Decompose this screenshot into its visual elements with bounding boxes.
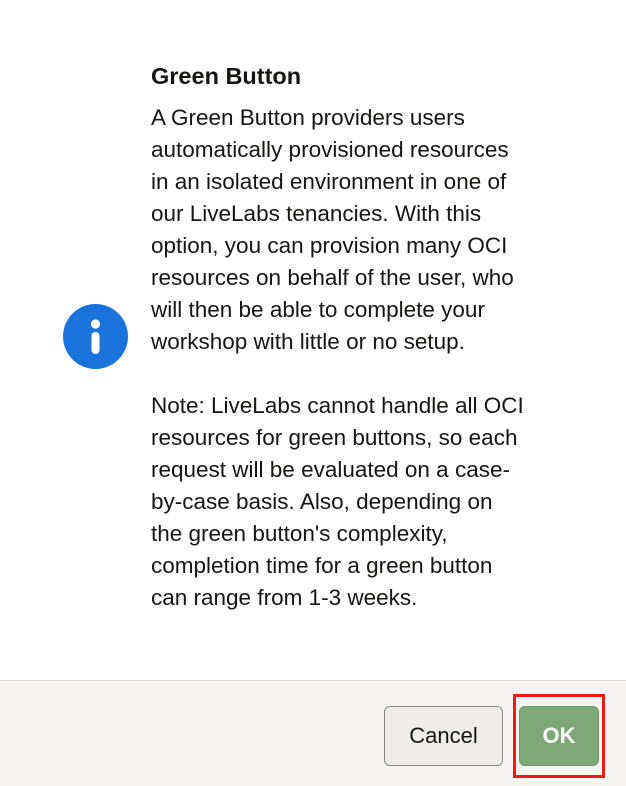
dialog-note: Note: LiveLabs cannot handle all OCI res…	[151, 393, 524, 610]
ok-button[interactable]: OK	[519, 706, 599, 766]
dialog-content: Green Button A Green Button providers us…	[151, 58, 591, 614]
dialog-description: A Green Button providers users automatic…	[151, 105, 514, 354]
cancel-button[interactable]: Cancel	[384, 706, 503, 766]
dialog-title: Green Button	[151, 63, 302, 89]
dialog-footer: Cancel OK	[0, 680, 626, 786]
info-icon	[63, 304, 128, 369]
dialog-body: Green Button A Green Button providers us…	[0, 0, 626, 680]
green-button-dialog: Green Button A Green Button providers us…	[0, 0, 626, 786]
